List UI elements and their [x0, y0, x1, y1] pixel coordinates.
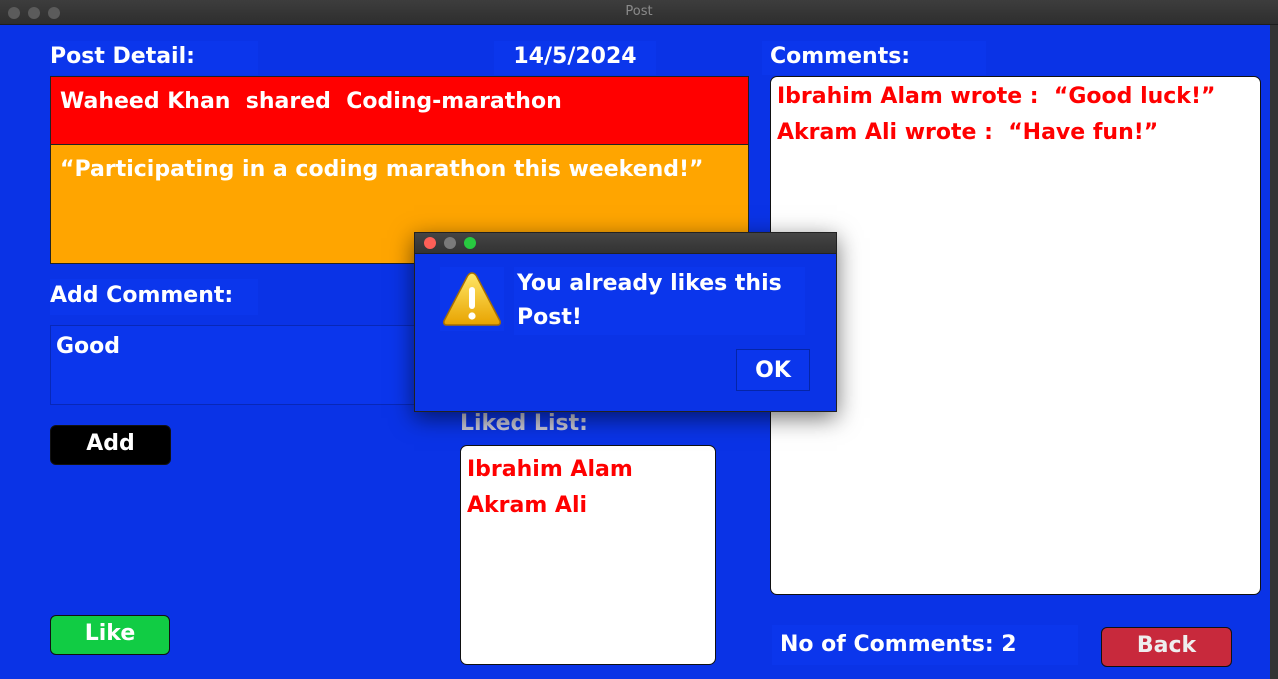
window-edge — [1270, 25, 1278, 679]
like-button[interactable]: Like — [50, 615, 170, 655]
dialog-zoom-button[interactable] — [464, 237, 476, 249]
liked-list-item: Ibrahim Alam — [467, 457, 633, 482]
liked-list[interactable]: Ibrahim Alam Akram Ali — [460, 445, 716, 665]
ok-button[interactable]: OK — [736, 349, 810, 391]
alert-dialog: You already likes this Post! OK — [414, 232, 837, 412]
window-title: Post — [625, 4, 653, 19]
comment-input-value: Good — [56, 334, 121, 359]
post-content-text: “Participating in a coding marathon this… — [60, 157, 704, 182]
window-titlebar: Post — [0, 0, 1278, 25]
post-shared-line: Waheed Khan shared Coding-marathon — [60, 89, 562, 114]
comment-item: Ibrahim Alam wrote : “Good luck!” — [777, 84, 1216, 109]
post-detail-label: Post Detail: — [50, 41, 258, 75]
comment-item: Akram Ali wrote : “Have fun!” — [777, 120, 1159, 145]
dialog-close-button[interactable] — [424, 237, 436, 249]
comments-list[interactable]: Ibrahim Alam wrote : “Good luck!” Akram … — [770, 76, 1261, 595]
dialog-message: You already likes this Post! — [514, 267, 805, 335]
back-button[interactable]: Back — [1101, 627, 1232, 667]
liked-list-label: Liked List: — [460, 411, 588, 436]
comments-label: Comments: — [762, 41, 986, 75]
dialog-minimize-button — [444, 237, 456, 249]
post-shared-header: Waheed Khan shared Coding-marathon — [50, 76, 749, 145]
liked-list-item: Akram Ali — [467, 493, 588, 518]
add-comment-button[interactable]: Add — [50, 425, 171, 465]
comment-input[interactable]: Good — [50, 325, 420, 405]
warning-icon — [440, 267, 504, 331]
post-date: 14/5/2024 — [494, 41, 656, 75]
comment-count: No of Comments: 2 — [772, 625, 1078, 665]
add-comment-label: Add Comment: — [50, 279, 258, 315]
dialog-titlebar — [415, 233, 836, 254]
